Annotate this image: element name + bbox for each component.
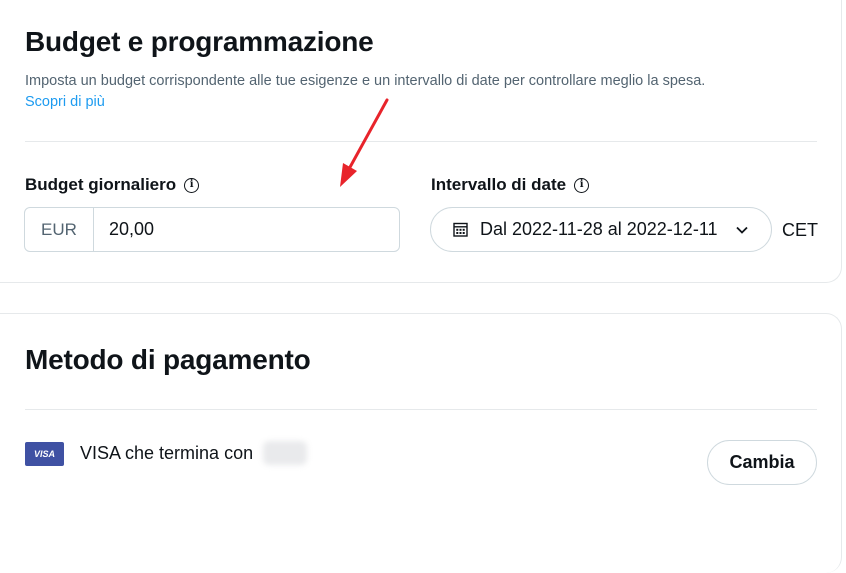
- learn-more-link[interactable]: Scopri di più: [25, 92, 105, 113]
- budget-section-title: Budget e programmazione: [25, 26, 374, 57]
- change-payment-button[interactable]: Cambia: [707, 440, 817, 485]
- timezone-label: CET: [782, 220, 818, 240]
- payment-section-title: Metodo di pagamento: [25, 344, 311, 375]
- divider: [25, 141, 817, 142]
- date-range-value: Dal 2022-11-28 al 2022-12-11: [480, 219, 718, 239]
- divider: [25, 409, 817, 410]
- budget-description-text: Imposta un budget corrispondente alle tu…: [25, 73, 706, 89]
- visa-card-icon: VISA: [25, 442, 64, 466]
- daily-budget-label: Budget giornaliero i: [25, 175, 200, 195]
- calendar-icon: [453, 222, 468, 237]
- info-icon[interactable]: i: [574, 177, 590, 193]
- info-icon[interactable]: i: [184, 177, 200, 193]
- date-range-label: Intervallo di date i: [431, 175, 590, 195]
- date-range-picker[interactable]: Dal 2022-11-28 al 2022-12-11: [430, 207, 772, 252]
- daily-budget-label-text: Budget giornaliero: [25, 175, 177, 194]
- chevron-down-icon: [735, 226, 748, 234]
- daily-budget-field: EUR: [24, 207, 400, 252]
- budget-description: Imposta un budget corrispondente alle tu…: [25, 71, 815, 113]
- card-description: VISA che termina con: [80, 443, 254, 463]
- masked-card-digits: [263, 441, 307, 465]
- daily-budget-input[interactable]: [94, 208, 399, 251]
- date-range-label-text: Intervallo di date: [431, 175, 567, 194]
- annotation-arrow-icon: [340, 98, 389, 187]
- currency-label: EUR: [25, 208, 94, 251]
